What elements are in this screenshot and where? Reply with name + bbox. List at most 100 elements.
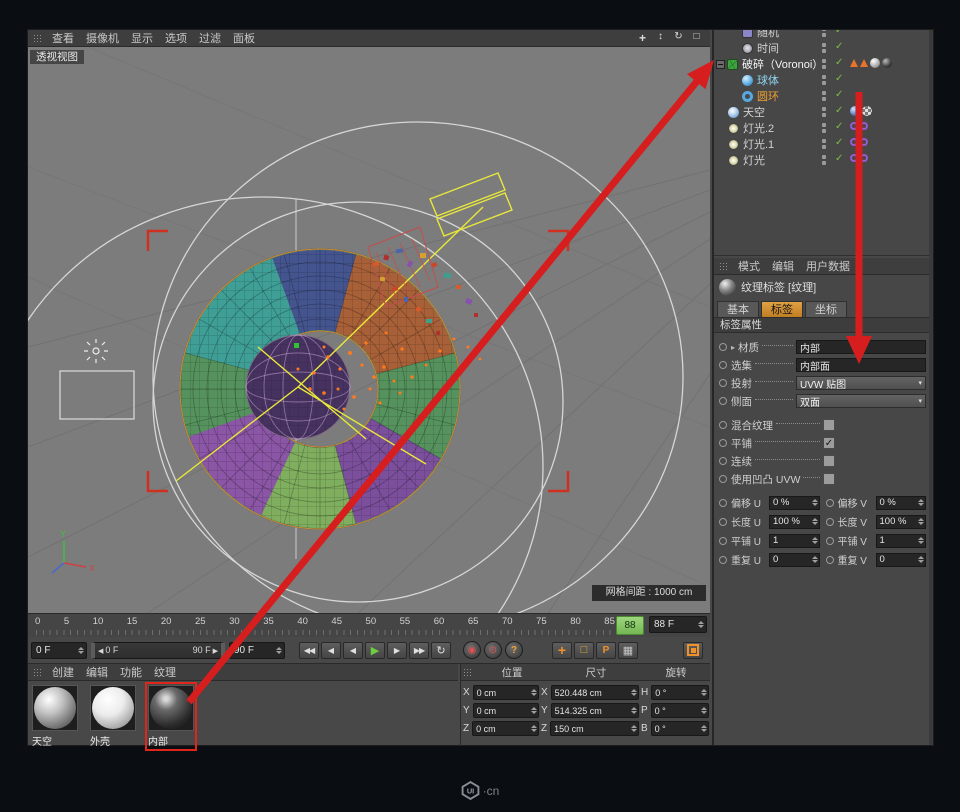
object-row-time[interactable]: 时间 (714, 40, 931, 56)
object-label[interactable]: 圆环 (757, 88, 779, 104)
visibility-dots[interactable] (822, 139, 826, 151)
object-row-torus[interactable]: 圆环 (714, 88, 931, 104)
object-label[interactable]: 时间 (757, 40, 779, 56)
compositing-tag-icon[interactable] (862, 106, 872, 116)
material-item-sky[interactable]: 天空 (31, 684, 79, 749)
panel-grip-icon[interactable] (463, 668, 472, 677)
object-label[interactable]: 破碎（Voronoi） (742, 56, 823, 72)
object-label[interactable]: 球体 (757, 72, 779, 88)
panel-grip-icon[interactable] (33, 34, 42, 43)
target-tag-icon[interactable] (860, 154, 868, 162)
size-y-field[interactable]: 514.325 cm (551, 703, 639, 718)
prev-key-button[interactable] (321, 642, 341, 659)
menu-create[interactable]: 创建 (46, 664, 80, 680)
anim-toggle-icon[interactable] (826, 499, 834, 507)
menu-display[interactable]: 显示 (125, 30, 159, 46)
material-item-shell[interactable]: 外壳 (89, 684, 137, 749)
panel-grip-icon[interactable] (33, 668, 42, 677)
preview-range-slider[interactable]: 0 F 90 F (91, 642, 225, 659)
material-thumbnail[interactable] (32, 685, 78, 731)
visibility-dots[interactable] (822, 91, 826, 103)
menu-function[interactable]: 功能 (114, 664, 148, 680)
frame-spinner[interactable] (698, 621, 704, 628)
tiles-u-field[interactable]: 1 (769, 534, 820, 548)
length-u-field[interactable]: 100 % (769, 515, 820, 529)
rotate-view-icon[interactable] (672, 31, 685, 45)
offset-u-field[interactable]: 0 % (769, 496, 820, 510)
object-label[interactable]: 灯光.2 (743, 120, 774, 136)
viewport-3d-scene[interactable]: Y X (28, 47, 710, 613)
timeline-playhead[interactable]: 88 (616, 616, 644, 635)
material-name[interactable]: 内部 (148, 731, 194, 748)
material-name[interactable]: 天空 (32, 731, 78, 748)
frame-selection-icon[interactable] (574, 642, 594, 659)
goto-start-button[interactable] (299, 642, 319, 659)
object-row-sky[interactable]: 天空 (714, 104, 931, 120)
range-start-spinner[interactable] (78, 647, 84, 654)
enabled-check-icon[interactable] (835, 41, 843, 52)
range-end-field[interactable]: 90 F (229, 642, 285, 659)
seamless-checkbox[interactable] (823, 455, 835, 467)
material-item-inner[interactable]: 内部 (147, 684, 195, 749)
object-label[interactable]: 灯光.1 (743, 136, 774, 152)
keyframe-options-button[interactable] (505, 641, 523, 659)
pos-y-field[interactable]: 0 cm (473, 703, 539, 718)
enabled-check-icon[interactable] (835, 137, 843, 148)
anim-toggle-icon[interactable] (719, 343, 727, 351)
object-label[interactable]: 灯光 (743, 152, 765, 168)
tab-coordinates[interactable]: 坐标 (805, 301, 847, 317)
visibility-dots[interactable] (822, 43, 826, 55)
expand-arrow-icon[interactable]: ▸ (731, 343, 738, 352)
menu-mode[interactable]: 模式 (732, 258, 766, 274)
range-start-field[interactable]: 0 F (31, 642, 87, 659)
anim-toggle-icon[interactable] (719, 421, 727, 429)
shell-texture-tag-icon[interactable] (870, 58, 880, 68)
visibility-dots[interactable] (822, 107, 826, 119)
repeat-u-field[interactable]: 0 (769, 553, 820, 567)
pan-view-icon[interactable] (636, 31, 649, 45)
menu-camera[interactable]: 摄像机 (80, 30, 125, 46)
menu-options[interactable]: 选项 (159, 30, 193, 46)
target-tag-icon[interactable] (860, 138, 868, 146)
enabled-check-icon[interactable] (835, 153, 843, 164)
anim-toggle-icon[interactable] (719, 475, 727, 483)
goto-end-button[interactable] (409, 642, 429, 659)
visibility-dots[interactable] (822, 123, 826, 135)
prev-frame-button[interactable] (343, 642, 363, 659)
enabled-check-icon[interactable] (835, 121, 843, 132)
loop-mode-button[interactable] (431, 642, 451, 659)
material-thumbnail[interactable] (90, 685, 136, 731)
dolly-view-icon[interactable] (654, 31, 667, 45)
anim-toggle-icon[interactable] (826, 556, 834, 564)
visibility-dots[interactable] (822, 155, 826, 167)
anim-toggle-icon[interactable] (719, 518, 727, 526)
object-row-random[interactable]: 随机 (714, 30, 931, 40)
viewport-canvas[interactable]: 透视视图 网格间距 : 1000 cm (28, 47, 710, 613)
tiles-v-field[interactable]: 1 (876, 534, 927, 548)
repeat-v-field[interactable]: 0 (876, 553, 927, 567)
tab-basic[interactable]: 基本 (717, 301, 759, 317)
anim-toggle-icon[interactable] (719, 499, 727, 507)
anim-toggle-icon[interactable] (719, 397, 727, 405)
mix-textures-checkbox[interactable] (823, 419, 835, 431)
collapse-toggle-icon[interactable] (716, 60, 725, 69)
light-plane-gizmo[interactable] (430, 173, 512, 236)
object-label[interactable]: 随机 (757, 30, 779, 40)
material-link-field[interactable]: 内部 (796, 340, 926, 354)
next-frame-button[interactable] (387, 642, 407, 659)
enabled-check-icon[interactable] (835, 73, 843, 84)
anim-toggle-icon[interactable] (719, 379, 727, 387)
material-thumbnail[interactable] (148, 685, 194, 731)
object-row-light1[interactable]: 灯光.1 (714, 136, 931, 152)
phong-tag-icon[interactable] (860, 59, 868, 67)
anim-toggle-icon[interactable] (719, 361, 727, 369)
visibility-dots[interactable] (822, 59, 826, 71)
tab-tag[interactable]: 标签 (761, 301, 803, 317)
anim-toggle-icon[interactable] (719, 537, 727, 545)
play-button[interactable] (365, 642, 385, 659)
target-tag-icon[interactable] (860, 122, 868, 130)
snap-grid-icon[interactable] (618, 642, 638, 659)
menu-view[interactable]: 查看 (46, 30, 80, 46)
visibility-dots[interactable] (822, 30, 826, 39)
projection-dropdown[interactable]: UVW 贴图▾ (796, 376, 926, 390)
